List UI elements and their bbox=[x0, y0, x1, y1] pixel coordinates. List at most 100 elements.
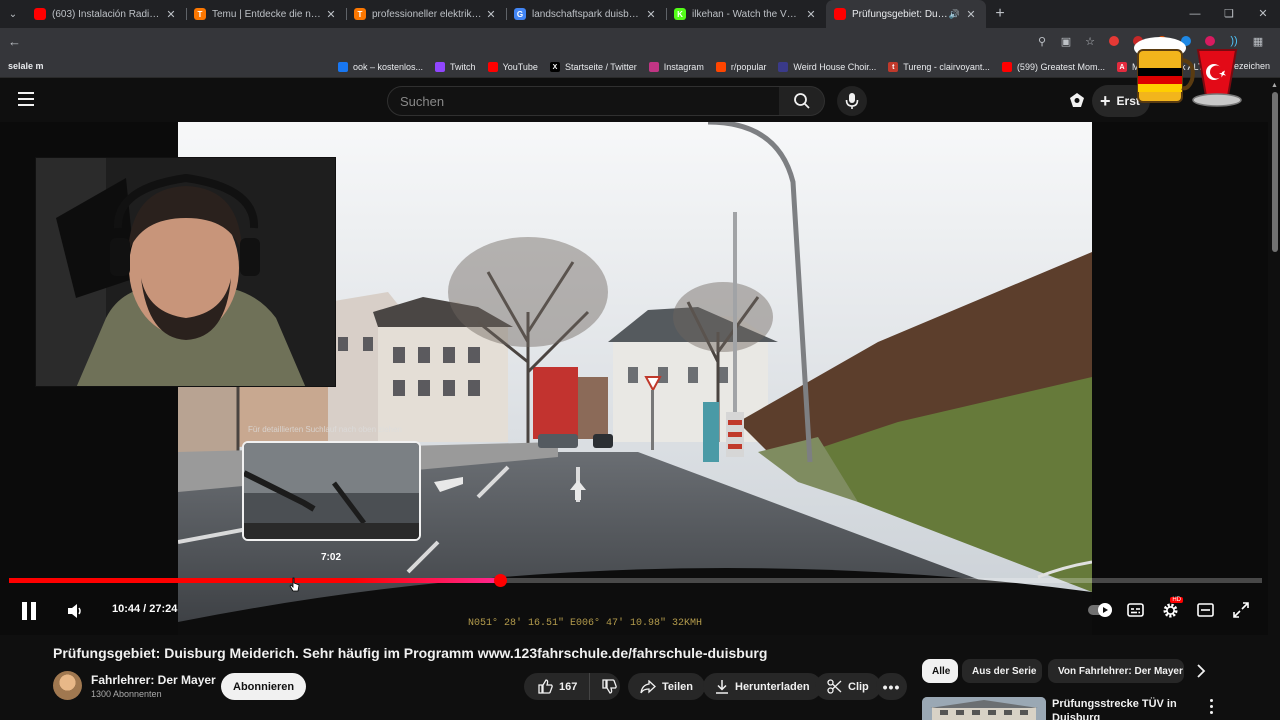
webcam-overlay bbox=[35, 157, 336, 387]
gear-icon bbox=[1163, 603, 1177, 617]
preview-time: 7:02 bbox=[321, 552, 342, 563]
browser-tab[interactable]: Kilkehan - Watch the VOD on Kic✕ bbox=[666, 0, 826, 28]
tab-close-icon[interactable]: ✕ bbox=[964, 8, 978, 21]
tab-title: (603) Instalación Radio Android bbox=[52, 8, 164, 20]
bookmark-item[interactable]: ook – kostenlos... bbox=[338, 62, 423, 72]
pause-icon bbox=[22, 602, 36, 620]
tab-close-icon[interactable]: ✕ bbox=[804, 8, 818, 21]
bookmark-favicon-icon bbox=[1001, 62, 1012, 72]
bookmark-item[interactable]: YouTube bbox=[487, 62, 538, 72]
bookmark-label: Startseite / Twitter bbox=[564, 62, 637, 72]
pause-button[interactable] bbox=[20, 600, 38, 622]
close-window-icon[interactable]: ✕ bbox=[1246, 0, 1280, 28]
expand-icon bbox=[1233, 602, 1249, 618]
tab-close-icon[interactable]: ✕ bbox=[484, 8, 498, 21]
bookmark-favicon-icon bbox=[435, 62, 446, 72]
browser-tab[interactable]: Glandschaftspark duisburg skate✕ bbox=[506, 0, 666, 28]
thumbs-down-icon bbox=[602, 679, 618, 694]
time-display: 10:44/27:24 bbox=[112, 603, 177, 615]
share-label: Teilen bbox=[662, 680, 693, 693]
share-arrow-icon bbox=[640, 679, 656, 693]
bookmark-star-icon[interactable]: ☆ bbox=[1082, 33, 1098, 49]
dislike-button[interactable] bbox=[590, 673, 629, 700]
bookmark-list: ook – kostenlos... Twitch YouTube X Startsei… bbox=[338, 56, 1223, 78]
tab-audio-icon[interactable]: 🔊 bbox=[949, 9, 960, 20]
microphone-icon bbox=[845, 93, 859, 109]
bookmark-favicon-icon: A bbox=[1116, 62, 1127, 72]
browser-tab[interactable]: Tprofessioneller elektriker autom✕ bbox=[346, 0, 506, 28]
like-button[interactable]: 167 bbox=[524, 673, 591, 700]
tab-close-icon[interactable]: ✕ bbox=[324, 8, 338, 21]
filter-chip[interactable]: Von Fahrlehrer: Der Mayer bbox=[1048, 659, 1184, 683]
tab-favicon-icon: G bbox=[514, 8, 526, 20]
filter-chip[interactable]: Alle bbox=[922, 659, 958, 683]
channel-avatar[interactable] bbox=[53, 671, 82, 700]
new-tab-button[interactable]: + bbox=[986, 5, 1014, 23]
browser-tab[interactable]: Prüfungsgebiet: Duisburg M🔊 ✕ bbox=[826, 0, 986, 28]
browser-tab[interactable]: (603) Instalación Radio Android✕ bbox=[26, 0, 186, 28]
tab-close-icon[interactable]: ✕ bbox=[644, 8, 658, 21]
video-player[interactable]: N051° 28' 16.51" E006° 47' 10.98" 32KMH … bbox=[0, 122, 1268, 635]
restore-icon[interactable]: ❏ bbox=[1212, 0, 1246, 28]
cast-icon[interactable] bbox=[1068, 91, 1086, 114]
subtitles-button[interactable] bbox=[1126, 602, 1144, 618]
extension-red-icon[interactable] bbox=[1109, 36, 1119, 46]
progress-bar[interactable] bbox=[9, 574, 1262, 587]
clip-button[interactable]: Clip bbox=[815, 673, 881, 700]
search-input[interactable] bbox=[388, 87, 779, 115]
bookmark-item[interactable]: Instagram bbox=[648, 62, 704, 72]
tab-close-icon[interactable]: ✕ bbox=[164, 8, 178, 21]
thumbs-up-icon bbox=[538, 679, 553, 694]
like-dislike-group: 167 bbox=[524, 673, 620, 700]
recommendation-thumbnail[interactable] bbox=[922, 697, 1046, 720]
subtitles-icon bbox=[1126, 603, 1144, 617]
fullscreen-button[interactable] bbox=[1232, 601, 1250, 619]
subscribe-button[interactable]: Abonnieren bbox=[221, 673, 307, 700]
miniplayer-button[interactable] bbox=[1196, 602, 1214, 618]
bookmark-item[interactable]: (599) Greatest Mom... bbox=[1001, 62, 1105, 72]
tab-search-chevron-icon[interactable]: ⌄ bbox=[0, 0, 26, 28]
browser-tab-strip: ⌄ (603) Instalación Radio Android✕TTemu … bbox=[0, 0, 1280, 28]
bookmark-favicon-icon bbox=[778, 62, 789, 72]
channel-name[interactable]: Fahrlehrer: Der Mayer bbox=[91, 673, 216, 687]
scroll-up-arrow-icon[interactable]: ▲ bbox=[1271, 82, 1278, 89]
recommendation-menu-button[interactable] bbox=[1204, 697, 1218, 715]
recommendation-title[interactable]: Prüfungsstrecke TÜV in Duisburg bbox=[1052, 697, 1192, 720]
tab-favicon-icon: T bbox=[194, 8, 206, 20]
bookmark-favicon-icon bbox=[338, 62, 348, 72]
autoplay-toggle[interactable] bbox=[1088, 602, 1112, 618]
back-arrow-icon[interactable]: ← bbox=[8, 34, 21, 49]
more-horizontal-icon: ••• bbox=[882, 678, 901, 695]
autoplay-icon bbox=[1088, 603, 1112, 617]
tab-title: Temu | Entdecke die neuesten F bbox=[212, 8, 324, 20]
bookmark-item[interactable]: r/popular bbox=[715, 62, 766, 72]
minimize-icon[interactable]: — bbox=[1178, 0, 1212, 28]
bookmark-item[interactable]: X Startseite / Twitter bbox=[549, 62, 637, 72]
extensions-puzzle-icon[interactable]: ▦ bbox=[1250, 33, 1266, 49]
bookmark-item[interactable]: t Tureng - clairvoyant... bbox=[888, 62, 990, 72]
tab-favicon-icon: T bbox=[354, 8, 366, 20]
chips-next-button[interactable] bbox=[1190, 660, 1212, 682]
bookmark-first[interactable]: selale m bbox=[8, 61, 44, 71]
page-scrollbar-thumb[interactable] bbox=[1272, 92, 1278, 252]
browser-tab[interactable]: T Temu | Entdecke die neuesten F✕ bbox=[186, 0, 346, 28]
filter-chip[interactable]: Aus der Serie bbox=[962, 659, 1042, 683]
volume-button[interactable] bbox=[65, 601, 85, 621]
share-button[interactable]: Teilen bbox=[628, 673, 705, 700]
menu-icon[interactable] bbox=[18, 92, 34, 106]
zoom-icon[interactable]: ⚲ bbox=[1034, 33, 1050, 49]
clip-label: Clip bbox=[848, 680, 869, 693]
voice-search-button[interactable] bbox=[837, 86, 867, 116]
more-actions-button[interactable]: ••• bbox=[876, 673, 907, 700]
youtube-masthead: + Erst bbox=[0, 79, 1280, 122]
plus-icon: + bbox=[1100, 91, 1111, 111]
bookmark-item[interactable]: Twitch bbox=[435, 62, 476, 72]
subscriber-count: 1300 Abonnenten bbox=[91, 689, 162, 699]
page-scrollbar[interactable]: ▲ bbox=[1270, 80, 1280, 720]
tab-title: ilkehan - Watch the VOD on Kic bbox=[692, 8, 804, 20]
bookmark-item[interactable]: Weird House Choir... bbox=[778, 62, 876, 72]
download-button[interactable]: Herunterladen bbox=[703, 673, 822, 700]
install-app-icon[interactable]: ▣ bbox=[1058, 33, 1074, 49]
settings-button[interactable]: HD bbox=[1161, 597, 1183, 619]
search-button[interactable] bbox=[779, 86, 825, 116]
